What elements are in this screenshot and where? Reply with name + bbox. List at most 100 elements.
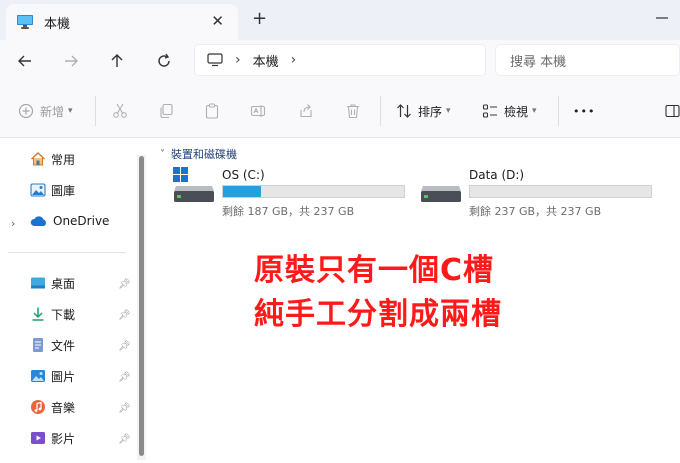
tab-strip: 本機 ✕ + <box>0 0 680 40</box>
sidebar-item-label: 桌面 <box>51 276 76 291</box>
pin-icon: 📌︎ <box>118 341 131 352</box>
navigation-pane: 常用 圖庫 › OneDrive 桌面 📌︎ 下載 📌︎ 文件 📌︎ 圖片 📌︎… <box>0 138 148 463</box>
pin-icon: 📌︎ <box>118 403 131 414</box>
pin-icon: 📌︎ <box>118 372 131 383</box>
devices-section-header[interactable]: ˅ 裝置和磁碟機 <box>160 146 237 162</box>
tab-title: 本機 <box>44 16 71 32</box>
view-label: 檢視 <box>504 104 529 119</box>
rename-button[interactable] <box>250 100 266 122</box>
windows-drive-icon <box>173 167 214 202</box>
monitor-icon <box>17 15 33 29</box>
more-options-button[interactable]: ••• <box>573 100 595 122</box>
sort-button[interactable]: 排序 ▾ <box>396 100 451 122</box>
navigation-bar: › 本機 › 搜尋 本機 <box>0 40 680 82</box>
up-button[interactable] <box>106 50 128 72</box>
sidebar-item-label: 下載 <box>51 307 76 322</box>
sidebar-item-documents[interactable]: 文件 <box>30 334 75 356</box>
drive-name: OS (C:) <box>222 168 265 182</box>
share-icon <box>300 104 312 118</box>
details-pane-button[interactable] <box>665 100 680 122</box>
rename-icon <box>250 105 266 117</box>
chevron-down-icon: ▾ <box>446 106 451 116</box>
sidebar-item-pictures[interactable]: 圖片 <box>30 365 75 387</box>
minimize-icon <box>656 17 668 19</box>
sidebar-scrollbar-thumb[interactable] <box>139 156 144 456</box>
drive-space-info: 剩餘 237 GB，共 237 GB <box>469 205 602 218</box>
sidebar-item-gallery[interactable]: 圖庫 <box>30 179 75 201</box>
sort-label: 排序 <box>418 104 443 119</box>
trash-icon <box>347 104 359 119</box>
music-icon <box>31 400 45 414</box>
sidebar-item-music[interactable]: 音樂 <box>30 396 75 418</box>
cut-button[interactable] <box>112 100 128 122</box>
sidebar-item-label: 圖片 <box>51 369 76 384</box>
monitor-outline-icon <box>207 53 223 67</box>
drive-name: Data (D:) <box>469 168 525 182</box>
arrow-up-icon <box>111 54 123 67</box>
address-bar[interactable]: › 本機 › <box>194 44 486 76</box>
sidebar-item-label: 圖庫 <box>51 183 76 198</box>
sidebar-item-label: 影片 <box>51 431 76 446</box>
minimize-button[interactable] <box>652 8 672 28</box>
arrow-left-icon <box>18 55 31 67</box>
paste-button[interactable] <box>204 100 220 122</box>
sidebar-item-onedrive[interactable]: OneDrive <box>30 210 109 232</box>
close-tab-button[interactable]: ✕ <box>211 12 224 30</box>
view-list-icon <box>482 104 497 118</box>
drive-space-info: 剩餘 187 GB，共 237 GB <box>222 205 355 218</box>
sidebar-item-label: 文件 <box>51 338 76 353</box>
sidebar-item-desktop[interactable]: 桌面 <box>30 272 75 294</box>
videos-icon <box>31 432 45 444</box>
breadcrumb-chevron-end[interactable]: › <box>291 52 297 68</box>
section-title: 裝置和磁碟機 <box>171 148 237 161</box>
new-tab-button[interactable]: + <box>252 8 267 29</box>
refresh-button[interactable] <box>153 50 175 72</box>
chevron-down-icon: ▾ <box>68 106 73 116</box>
pin-icon: 📌︎ <box>118 434 131 445</box>
back-button[interactable] <box>14 50 36 72</box>
clipboard-icon <box>205 103 219 119</box>
search-input[interactable]: 搜尋 本機 <box>510 51 566 70</box>
annotation-line-1: 原裝只有一個C槽 <box>254 253 495 288</box>
sort-icon <box>397 104 411 118</box>
copy-icon <box>160 103 173 119</box>
sidebar-item-label: 音樂 <box>51 400 76 415</box>
drive-usage-bar <box>469 185 652 198</box>
forward-button[interactable] <box>60 50 82 72</box>
view-button[interactable]: 檢視 ▾ <box>482 100 537 122</box>
plus-circle-icon <box>18 103 34 119</box>
sidebar-item-downloads[interactable]: 下載 <box>30 303 75 325</box>
pin-icon: 📌︎ <box>118 279 131 290</box>
sidebar-divider <box>8 252 126 253</box>
breadcrumb-this-pc[interactable]: 本機 <box>253 51 279 70</box>
sidebar-item-home[interactable]: 常用 <box>30 148 75 170</box>
gallery-icon <box>30 183 46 197</box>
breadcrumb-chevron[interactable]: › <box>235 52 241 68</box>
toolbar-divider <box>380 96 381 126</box>
tab-this-pc[interactable]: 本機 ✕ <box>6 4 238 40</box>
sidebar-item-videos[interactable]: 影片 <box>30 427 75 449</box>
download-icon <box>32 307 44 321</box>
documents-icon <box>33 338 43 352</box>
pin-icon: 📌︎ <box>118 310 131 321</box>
chevron-down-icon: ▾ <box>532 106 537 116</box>
drive-d[interactable]: Data (D:) 剩餘 237 GB，共 237 GB <box>419 166 659 218</box>
details-pane-icon <box>665 104 680 118</box>
home-icon <box>31 152 45 166</box>
toolbar-divider <box>558 96 559 126</box>
annotation-line-2: 純手工分割成兩槽 <box>254 297 502 332</box>
drive-c[interactable]: OS (C:) 剩餘 187 GB，共 237 GB <box>172 166 412 218</box>
command-bar: 新增 ▾ 排序 ▾ 檢視 ▾ ••• <box>0 82 680 138</box>
share-button[interactable] <box>298 100 314 122</box>
scissors-icon <box>113 103 127 118</box>
onedrive-cloud-icon <box>30 216 46 226</box>
sidebar-item-label: OneDrive <box>53 214 110 228</box>
more-icon: ••• <box>573 104 596 118</box>
search-box[interactable]: 搜尋 本機 <box>495 44 680 76</box>
arrow-right-icon <box>65 55 78 67</box>
copy-button[interactable] <box>158 100 174 122</box>
delete-button[interactable] <box>345 100 361 122</box>
new-button[interactable]: 新增 ▾ <box>18 100 73 122</box>
drive-usage-fill <box>223 186 261 197</box>
chevron-right-icon[interactable]: › <box>11 217 15 230</box>
